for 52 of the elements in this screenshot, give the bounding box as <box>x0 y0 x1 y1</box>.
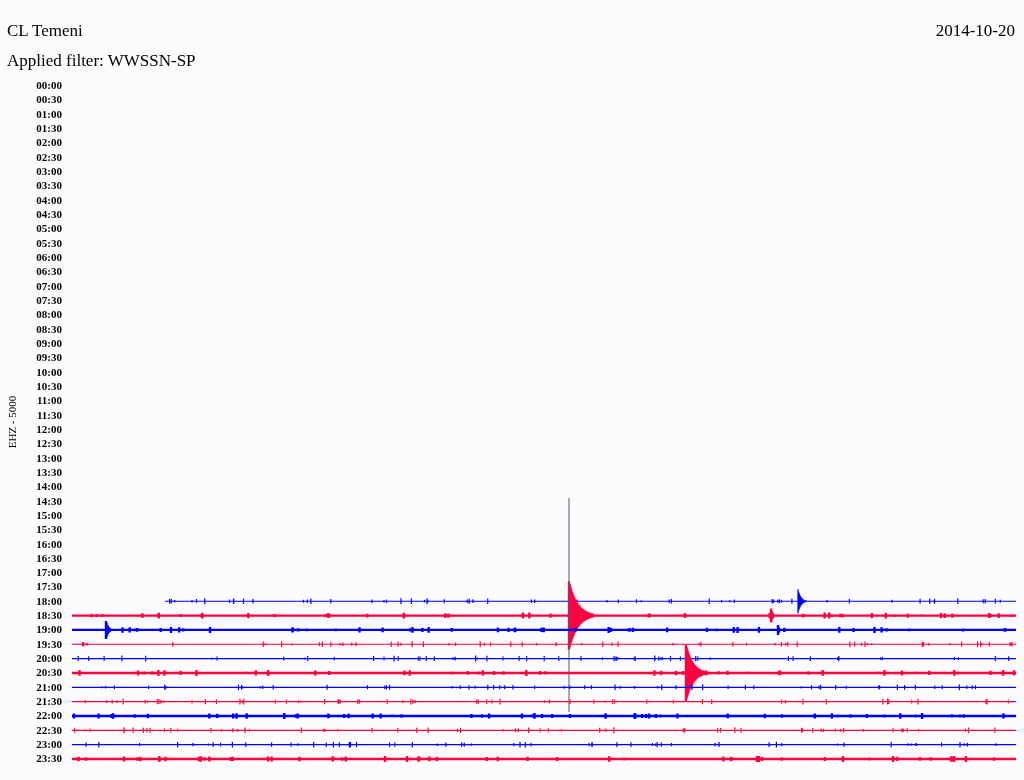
time-label: 05:00 <box>36 221 62 236</box>
time-label: 17:00 <box>36 565 62 580</box>
time-label: 02:30 <box>36 149 62 164</box>
time-label: 20:30 <box>36 665 62 680</box>
station-title: CL Temeni <box>7 20 83 42</box>
time-label: 08:00 <box>36 307 62 322</box>
channel-label: EHZ - 5000 <box>6 395 18 449</box>
time-label: 19:30 <box>36 636 62 652</box>
time-label: 05:30 <box>36 235 62 250</box>
time-label: 00:30 <box>36 92 62 107</box>
time-label: 01:30 <box>36 121 62 136</box>
time-label: 22:30 <box>36 722 62 738</box>
time-label: 23:30 <box>36 751 62 766</box>
time-label: 11:00 <box>36 393 62 408</box>
time-label: 08:30 <box>36 321 62 336</box>
time-label: 02:00 <box>36 135 62 150</box>
time-label: 12:00 <box>36 421 62 437</box>
time-label: 21:30 <box>36 694 62 709</box>
time-label: 06:00 <box>36 249 62 265</box>
time-label: 16:00 <box>36 536 62 551</box>
time-label: 16:30 <box>36 550 62 566</box>
time-label: 15:00 <box>36 507 62 523</box>
time-label: 09:00 <box>36 335 62 351</box>
filter-label: Applied filter: WWSSN-SP <box>7 51 196 70</box>
time-label: 01:00 <box>36 106 62 121</box>
time-label: 09:30 <box>36 350 62 365</box>
time-label: 06:30 <box>36 264 62 279</box>
time-label: 07:30 <box>36 292 62 308</box>
time-label: 15:30 <box>36 522 62 537</box>
time-label: 07:00 <box>36 278 62 293</box>
time-label: 21:00 <box>36 679 62 695</box>
time-label: 00:00 <box>36 78 62 93</box>
time-label: 03:00 <box>36 163 62 179</box>
time-label: 13:30 <box>36 464 62 480</box>
time-label: 10:00 <box>36 364 62 379</box>
time-label: 18:30 <box>36 608 62 623</box>
time-label: 17:30 <box>36 579 62 594</box>
time-label: 13:00 <box>36 450 62 465</box>
time-label: 11:30 <box>36 407 62 422</box>
time-label: 04:00 <box>36 192 62 207</box>
time-label: 22:00 <box>36 708 62 723</box>
time-label: 04:30 <box>36 206 62 222</box>
time-label: 14:00 <box>36 479 62 494</box>
time-label: 23:00 <box>36 737 62 752</box>
time-label: 18:00 <box>36 593 62 609</box>
time-label: 19:00 <box>36 622 62 637</box>
time-label: 20:00 <box>36 651 62 666</box>
time-label: 14:30 <box>36 493 62 508</box>
time-label: 10:30 <box>36 378 62 394</box>
time-label: 03:30 <box>36 178 62 193</box>
time-label: 12:30 <box>36 436 62 451</box>
date-label: 2014-10-20 <box>935 20 1015 42</box>
